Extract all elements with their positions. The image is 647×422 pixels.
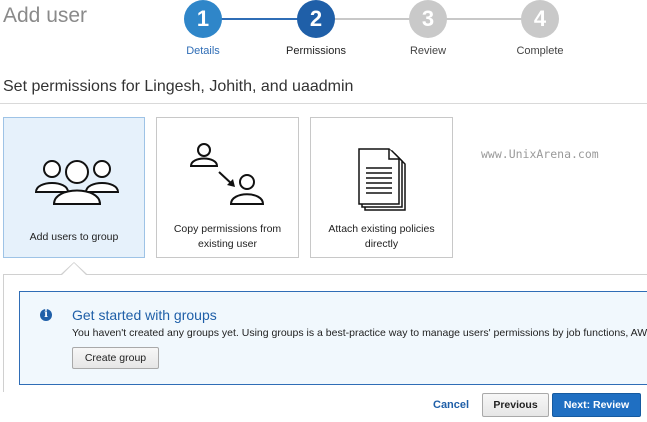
option-label: Attach existing policies directly bbox=[311, 222, 452, 252]
users-group-icon bbox=[34, 160, 120, 205]
info-alert: i Get started with groups You haven't cr… bbox=[19, 291, 647, 385]
create-group-button[interactable]: Create group bbox=[72, 347, 159, 369]
step-1-circle[interactable]: 1 bbox=[184, 0, 222, 38]
option-label-line2: existing user bbox=[198, 238, 257, 250]
permissions-heading: Set permissions for Lingesh, Johith, and… bbox=[3, 78, 354, 95]
cancel-link[interactable]: Cancel bbox=[433, 399, 469, 411]
previous-button[interactable]: Previous bbox=[482, 393, 549, 417]
step-4-label: Complete bbox=[516, 45, 564, 57]
option-label-line1: Attach existing policies bbox=[328, 223, 435, 235]
step-2-circle: 2 bbox=[297, 0, 335, 38]
divider bbox=[0, 103, 647, 104]
watermark: www.UnixArena.com bbox=[481, 147, 599, 161]
step-1-label[interactable]: Details bbox=[153, 45, 253, 57]
document-policies-icon bbox=[358, 148, 406, 211]
option-attach-policies[interactable]: Attach existing policies directly bbox=[310, 117, 453, 258]
info-icon: i bbox=[40, 309, 52, 321]
step-4-circle: 4 bbox=[521, 0, 559, 38]
step-2-label: Permissions bbox=[286, 45, 346, 57]
option-label-line2: directly bbox=[364, 238, 399, 250]
step-3-label: Review bbox=[409, 45, 447, 57]
wizard-stepper: 1 2 3 4 Details Permissions Review Compl… bbox=[0, 0, 647, 64]
option-label: Copy permissions from existing user bbox=[157, 222, 298, 252]
option-label: Add users to group bbox=[29, 231, 119, 243]
panel-pointer-fill bbox=[62, 263, 86, 275]
step-3-circle: 3 bbox=[409, 0, 447, 38]
option-add-users-to-group[interactable]: Add users to group bbox=[3, 117, 145, 258]
option-copy-permissions[interactable]: Copy permissions from existing user bbox=[156, 117, 299, 258]
copy-user-permissions-icon bbox=[189, 143, 265, 205]
option-label-line1: Copy permissions from bbox=[173, 223, 282, 235]
info-text: You haven't created any groups yet. Usin… bbox=[72, 327, 647, 339]
info-title: Get started with groups bbox=[72, 307, 217, 323]
next-review-button[interactable]: Next: Review bbox=[552, 393, 641, 417]
